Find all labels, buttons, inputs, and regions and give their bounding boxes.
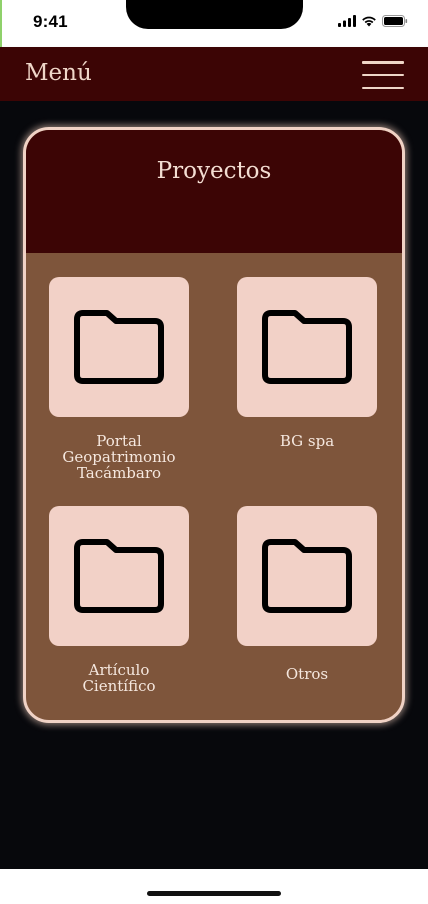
status-bar: 9:41 (0, 0, 428, 47)
folder-tile-otros[interactable]: Otros (237, 506, 377, 682)
device-notch (126, 0, 303, 29)
projects-card-header: Proyectos (26, 130, 402, 253)
projects-title: Proyectos (156, 158, 272, 184)
main-content: Proyectos Portal Geopatrimonio Tacámbaro… (0, 101, 428, 869)
menu-title: Menú (25, 60, 92, 86)
home-indicator-area (0, 869, 428, 904)
folder-label: BG spa (279, 432, 335, 450)
battery-icon (382, 15, 408, 27)
folder-label: Portal Geopatrimonio Tacámbaro (62, 432, 176, 482)
projects-card: Proyectos Portal Geopatrimonio Tacámbaro… (23, 127, 405, 723)
folder-icon (74, 310, 164, 384)
status-time: 9:41 (33, 12, 68, 31)
folder-label: Otros (285, 665, 329, 683)
folder-tile-articulo[interactable]: Artículo Científico (49, 506, 189, 694)
folder-tile-box[interactable] (49, 506, 189, 646)
folder-icon (74, 539, 164, 613)
folder-tile-bg-spa[interactable]: BG spa (237, 277, 377, 449)
hamburger-menu-icon[interactable] (362, 61, 404, 89)
app-header: Menú (0, 47, 428, 101)
folder-tile-box[interactable] (237, 506, 377, 646)
cellular-signal-icon (338, 15, 356, 27)
edge-marker (0, 0, 2, 47)
wifi-icon (362, 16, 376, 27)
folder-tile-portal[interactable]: Portal Geopatrimonio Tacámbaro (49, 277, 189, 481)
folder-icon (262, 310, 352, 384)
folder-tile-box[interactable] (49, 277, 189, 417)
home-indicator[interactable] (147, 891, 281, 896)
status-icons (338, 15, 408, 27)
folder-tile-box[interactable] (237, 277, 377, 417)
folder-icon (262, 539, 352, 613)
folder-label: Artículo Científico (82, 661, 156, 695)
